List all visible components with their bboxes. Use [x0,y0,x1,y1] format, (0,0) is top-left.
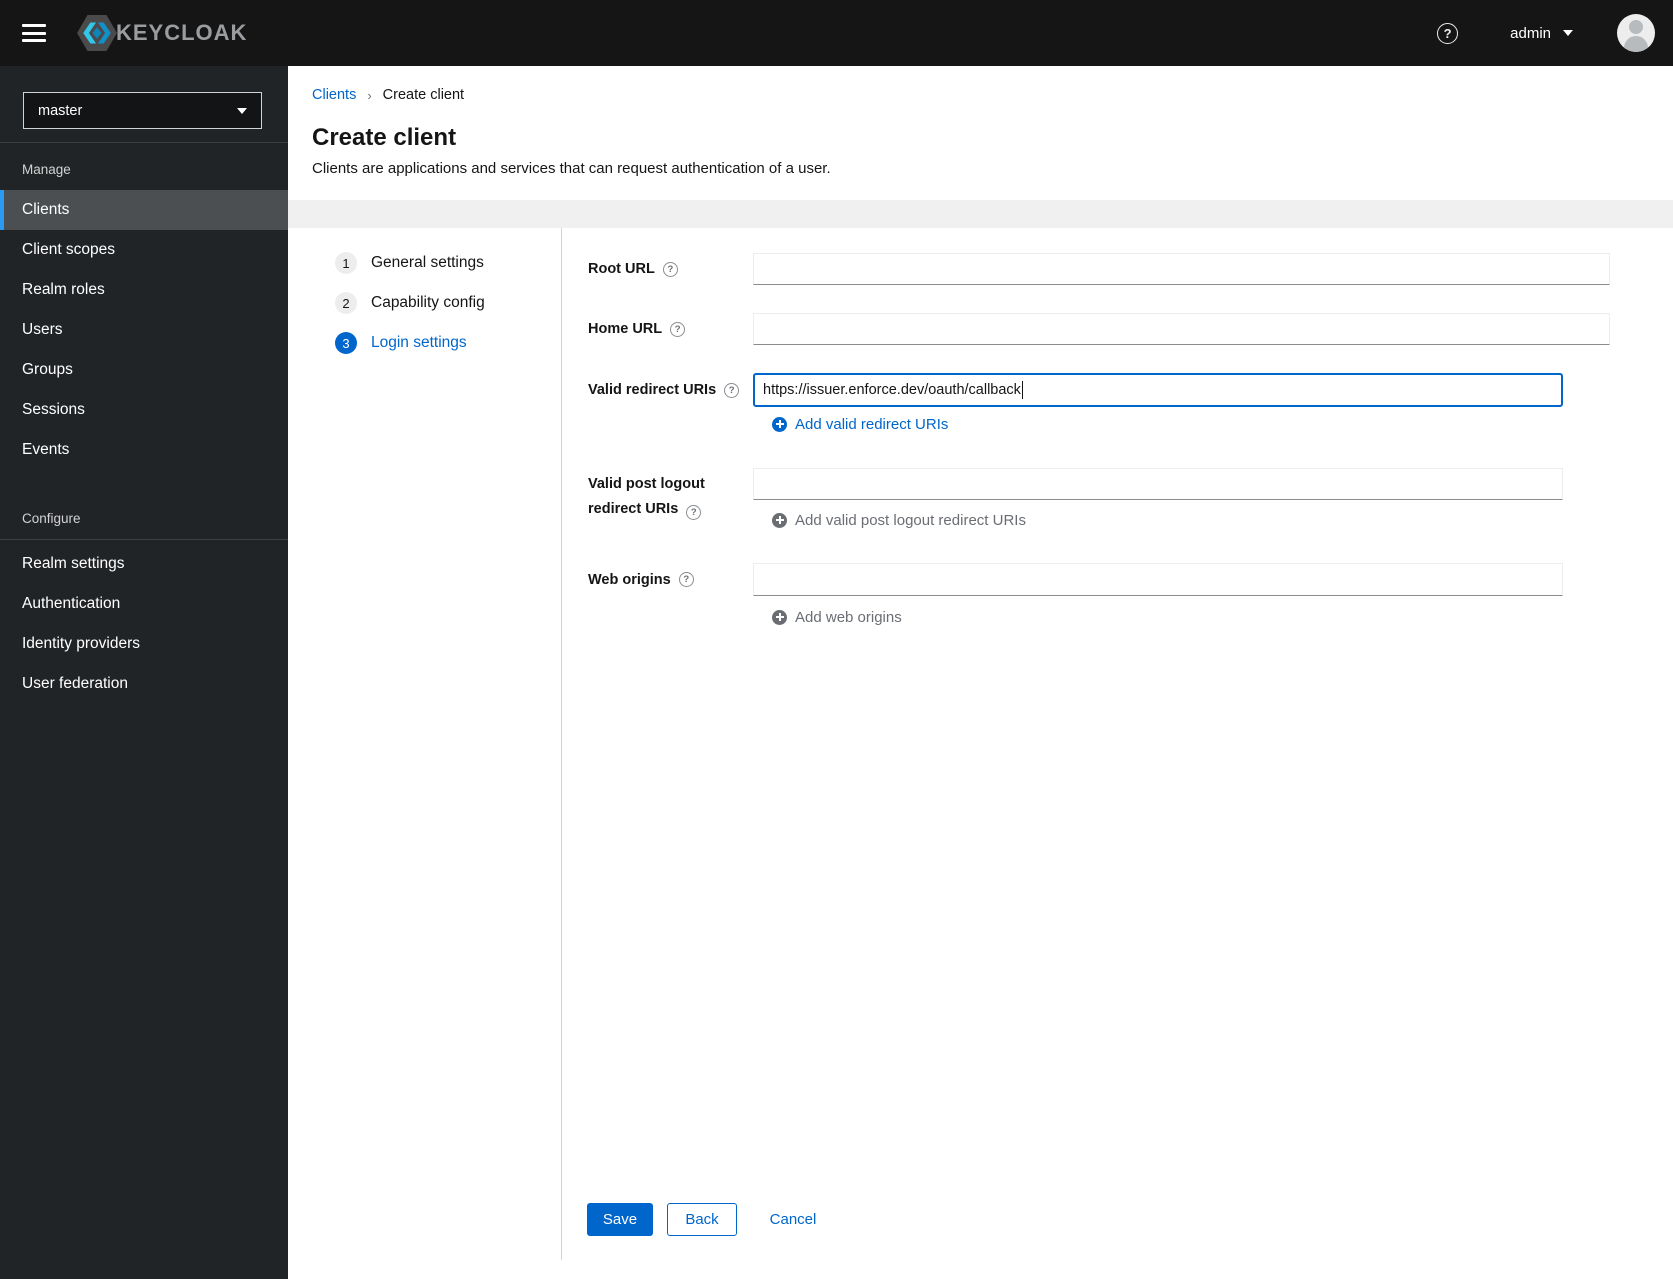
help-icon[interactable] [670,321,686,337]
back-button[interactable]: Back [667,1203,737,1236]
username: admin [1510,24,1551,42]
sidebar-item-sessions[interactable]: Sessions [0,390,288,430]
home-url-input[interactable] [753,313,1610,345]
nav-section-configure: Configure [22,511,81,526]
sidebar-item-client-scopes[interactable]: Client scopes [0,230,288,270]
realm-selector[interactable]: master [23,92,262,129]
sidebar-item-clients[interactable]: Clients [0,190,288,230]
home-url-label: Home URL [588,313,686,345]
redirect-uri-input[interactable]: https://issuer.enforce.dev/oauth/callbac… [753,373,1563,407]
caret-down-icon [1563,30,1573,36]
nav-toggle-button[interactable] [22,24,46,42]
add-post-logout-uri-button[interactable]: Add valid post logout redirect URIs [772,510,1026,530]
sidebar-item-events[interactable]: Events [0,430,288,470]
step-number: 1 [335,252,357,274]
divider [0,142,288,143]
plus-circle-icon [772,416,787,432]
web-origins-input[interactable] [753,563,1563,596]
step-number: 3 [335,332,357,354]
person-icon [1629,20,1643,34]
sidebar-item-realm-roles[interactable]: Realm roles [0,270,288,310]
main-area: Clients › Create client Create client Cl… [288,66,1673,1279]
sidebar-item-user-federation[interactable]: User federation [0,664,288,704]
wizard-step-general-settings[interactable]: 1 General settings [335,252,484,274]
help-icon[interactable] [1437,22,1459,44]
create-client-wizard: 1 General settings 2 Capability config 3… [288,228,1673,1279]
page-subtitle: Clients are applications and services th… [312,160,831,177]
wizard-step-login-settings[interactable]: 3 Login settings [335,332,467,354]
sidebar-item-identity-providers[interactable]: Identity providers [0,624,288,664]
sidebar-item-users[interactable]: Users [0,310,288,350]
sidebar: master Manage Clients Client scopes Real… [0,66,288,1279]
web-origins-label: Web origins [588,563,694,596]
nav-section-manage: Manage [22,162,71,177]
post-logout-uri-input[interactable] [753,468,1563,500]
keycloak-logo-icon [76,14,118,52]
avatar [1617,14,1655,52]
breadcrumb-clients-link[interactable]: Clients [312,87,356,103]
page-title: Create client [312,124,457,151]
user-menu[interactable]: admin [1510,25,1573,42]
sidebar-item-realm-settings[interactable]: Realm settings [0,544,288,584]
root-url-label: Root URL [588,253,678,285]
help-icon[interactable] [662,261,678,277]
caret-down-icon [237,107,247,114]
section-gap [288,200,1673,228]
root-url-input[interactable] [753,253,1610,285]
hamburger-icon [22,24,46,27]
add-web-origins-button[interactable]: Add web origins [772,607,902,627]
brand-name: KEYCLOAK [116,20,248,45]
cancel-button[interactable]: Cancel [753,1203,833,1236]
sidebar-item-groups[interactable]: Groups [0,350,288,390]
keycloak-logo: KEYCLOAK [76,14,247,52]
divider [0,539,288,540]
sidebar-item-authentication[interactable]: Authentication [0,584,288,624]
plus-circle-icon [772,512,787,528]
help-icon[interactable] [678,572,694,587]
divider [561,228,562,1260]
save-button[interactable]: Save [587,1203,653,1236]
breadcrumb: Clients › Create client [312,87,1673,103]
valid-redirect-uris-label: Valid redirect URIs [588,373,740,407]
step-number: 2 [335,292,357,314]
plus-circle-icon [772,609,787,625]
post-logout-uris-label: Valid post logout redirect URIs [588,472,705,522]
help-icon[interactable] [686,505,702,520]
realm-name: master [38,102,83,119]
help-icon[interactable] [724,382,740,398]
wizard-step-capability-config[interactable]: 2 Capability config [335,292,485,314]
masthead-toolbar: admin [1437,14,1655,52]
breadcrumb-current: Create client [382,87,465,103]
page-header: Clients › Create client Create client Cl… [288,66,1673,200]
chevron-right-icon: › [367,87,372,103]
masthead: KEYCLOAK admin [0,0,1673,66]
add-redirect-uri-button[interactable]: Add valid redirect URIs [772,414,948,434]
text-cursor [1021,381,1024,399]
